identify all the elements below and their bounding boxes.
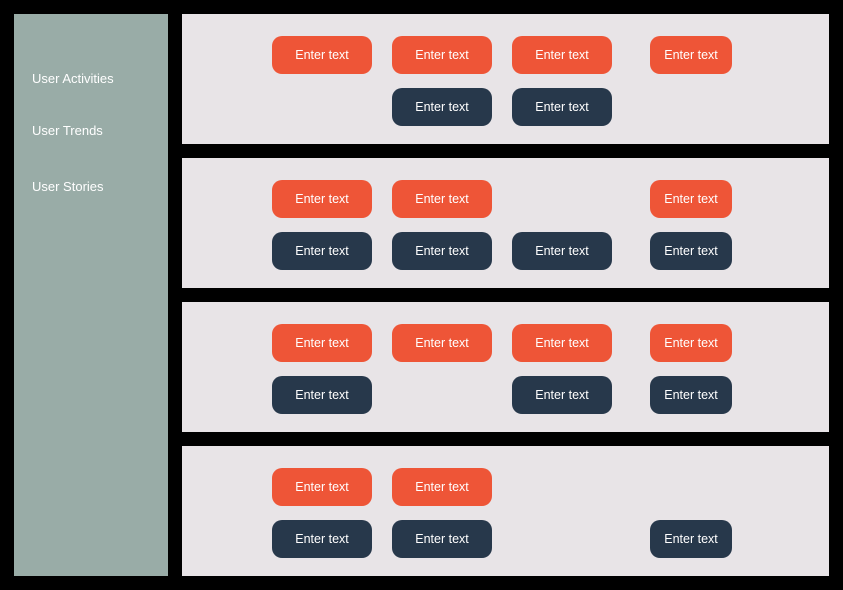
navy-card[interactable]: Enter text xyxy=(272,520,372,558)
red-card[interactable]: Enter text xyxy=(650,36,732,74)
red-card[interactable]: Enter text xyxy=(512,36,612,74)
red-card[interactable]: Enter text xyxy=(650,324,732,362)
navy-card[interactable]: Enter text xyxy=(272,232,372,270)
red-card[interactable]: Enter text xyxy=(650,180,732,218)
panel-0: Enter text Enter text Enter text Enter text… xyxy=(182,14,829,144)
navy-card[interactable]: Enter text xyxy=(650,376,732,414)
red-card[interactable]: Enter text xyxy=(272,36,372,74)
panel-3: Enter text Enter text Enter text Enter text… xyxy=(182,446,829,576)
navy-card[interactable]: Enter text xyxy=(512,376,612,414)
red-card[interactable]: Enter text xyxy=(272,468,372,506)
navy-card[interactable]: Enter text xyxy=(650,520,732,558)
red-card[interactable]: Enter text xyxy=(392,468,492,506)
panel-1: Enter text Enter text Enter text Enter text… xyxy=(182,158,829,288)
empty-slot xyxy=(650,468,732,506)
navy-card[interactable]: Enter text xyxy=(272,376,372,414)
panel-grid: Enter text Enter text Enter text Enter text… xyxy=(182,324,829,414)
navy-card[interactable]: Enter text xyxy=(650,232,732,270)
empty-slot xyxy=(512,468,612,506)
red-card[interactable]: Enter text xyxy=(392,180,492,218)
red-card[interactable]: Enter text xyxy=(392,36,492,74)
navy-card[interactable]: Enter text xyxy=(392,520,492,558)
sidebar-label-activities: User Activities xyxy=(14,58,168,98)
red-card[interactable]: Enter text xyxy=(272,180,372,218)
sidebar-label-stories: User Stories xyxy=(14,166,168,206)
navy-card[interactable]: Enter text xyxy=(392,88,492,126)
sidebar: User Activities User Trends User Stories xyxy=(14,14,168,576)
layout: User Activities User Trends User Stories… xyxy=(14,14,829,576)
main-area: Enter text Enter text Enter text Enter text… xyxy=(182,14,829,576)
panel-grid: Enter text Enter text Enter text Enter text… xyxy=(182,180,829,270)
panel-grid: Enter text Enter text Enter text Enter text… xyxy=(182,468,829,558)
panel-2: Enter text Enter text Enter text Enter text… xyxy=(182,302,829,432)
navy-card[interactable]: Enter text xyxy=(392,232,492,270)
red-card[interactable]: Enter text xyxy=(512,324,612,362)
navy-card[interactable]: Enter text xyxy=(512,232,612,270)
empty-slot xyxy=(392,376,492,414)
sidebar-label-trends: User Trends xyxy=(14,110,168,150)
empty-slot xyxy=(512,180,612,218)
navy-card[interactable]: Enter text xyxy=(512,88,612,126)
panel-grid: Enter text Enter text Enter text Enter text… xyxy=(182,36,829,126)
red-card[interactable]: Enter text xyxy=(272,324,372,362)
empty-slot xyxy=(650,88,732,126)
red-card[interactable]: Enter text xyxy=(392,324,492,362)
empty-slot xyxy=(512,520,612,558)
empty-slot xyxy=(272,88,372,126)
